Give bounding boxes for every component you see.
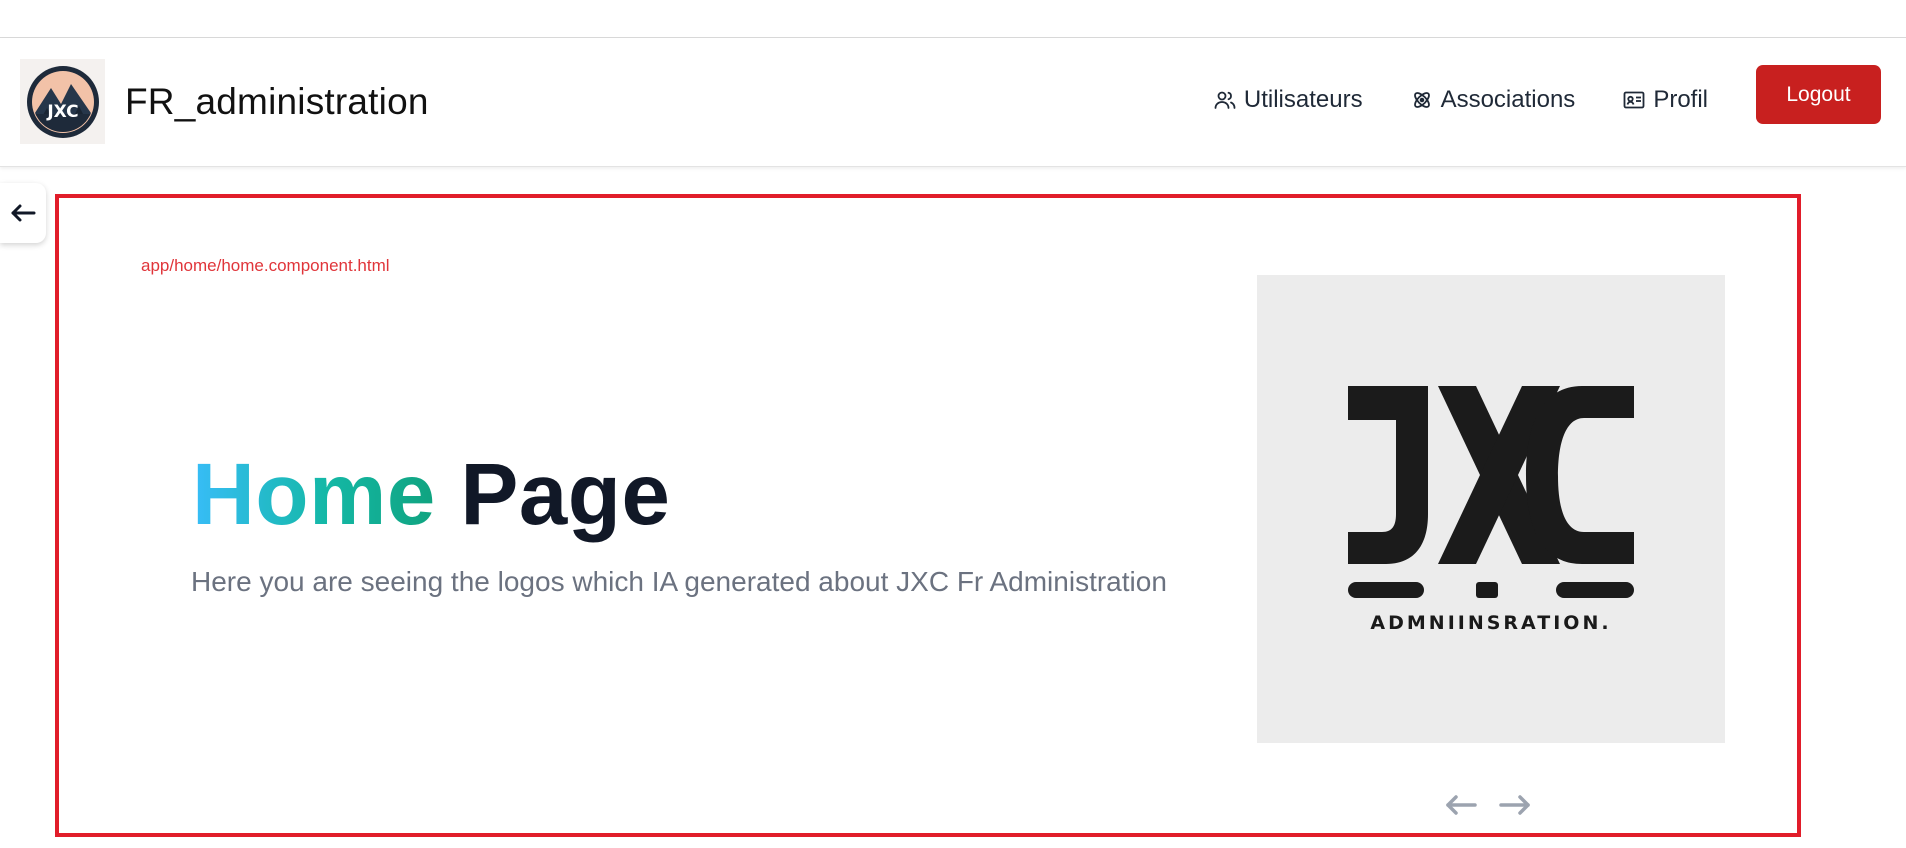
page-title: Home Page [192,451,670,538]
carousel-next-button[interactable] [1498,794,1532,821]
navbar: JXC FR_administration Utilisateurs Assoc… [0,38,1906,167]
nav-profil[interactable]: Profil [1622,86,1708,114]
logo-caption: ADMNIINSRATION. [1370,612,1612,634]
nav-associations-label: Associations [1440,86,1576,113]
nav-profil-label: Profil [1653,86,1708,113]
carousel-prev-button[interactable] [1444,794,1478,821]
carousel-image: ADMNIINSRATION. [1257,275,1725,743]
jxc-logo-icon: JXC [26,65,99,138]
component-path-label: app/home/home.component.html [141,256,390,275]
page-subtitle: Here you are seeing the logos which IA g… [191,566,1167,597]
main-nav: Utilisateurs Associations Profil [1166,86,1708,114]
brand[interactable]: JXC FR_administration [20,59,429,144]
nav-associations[interactable]: Associations [1410,86,1576,114]
brand-logo[interactable]: JXC [20,59,105,144]
logout-button[interactable]: Logout [1756,65,1881,124]
home-component-frame: app/home/home.component.html Home Page H… [55,194,1801,837]
nav-utilisateurs-label: Utilisateurs [1243,86,1363,113]
brand-title: FR_administration [125,80,429,122]
svg-text:JXC: JXC [46,102,78,122]
page-title-word-page: Page [460,446,671,543]
associations-icon [1413,92,1430,108]
nav-utilisateurs[interactable]: Utilisateurs [1213,86,1363,114]
arrow-left-icon [11,204,36,222]
id-card-icon [1623,91,1645,109]
arrow-left-icon [1446,795,1477,815]
page-title-word-home: Home [192,446,436,543]
carousel-controls [1444,794,1552,821]
arrow-right-icon [1499,795,1530,815]
jxc-generated-logo-icon [1348,386,1634,598]
users-icon [1214,91,1236,109]
back-button[interactable] [0,183,46,243]
